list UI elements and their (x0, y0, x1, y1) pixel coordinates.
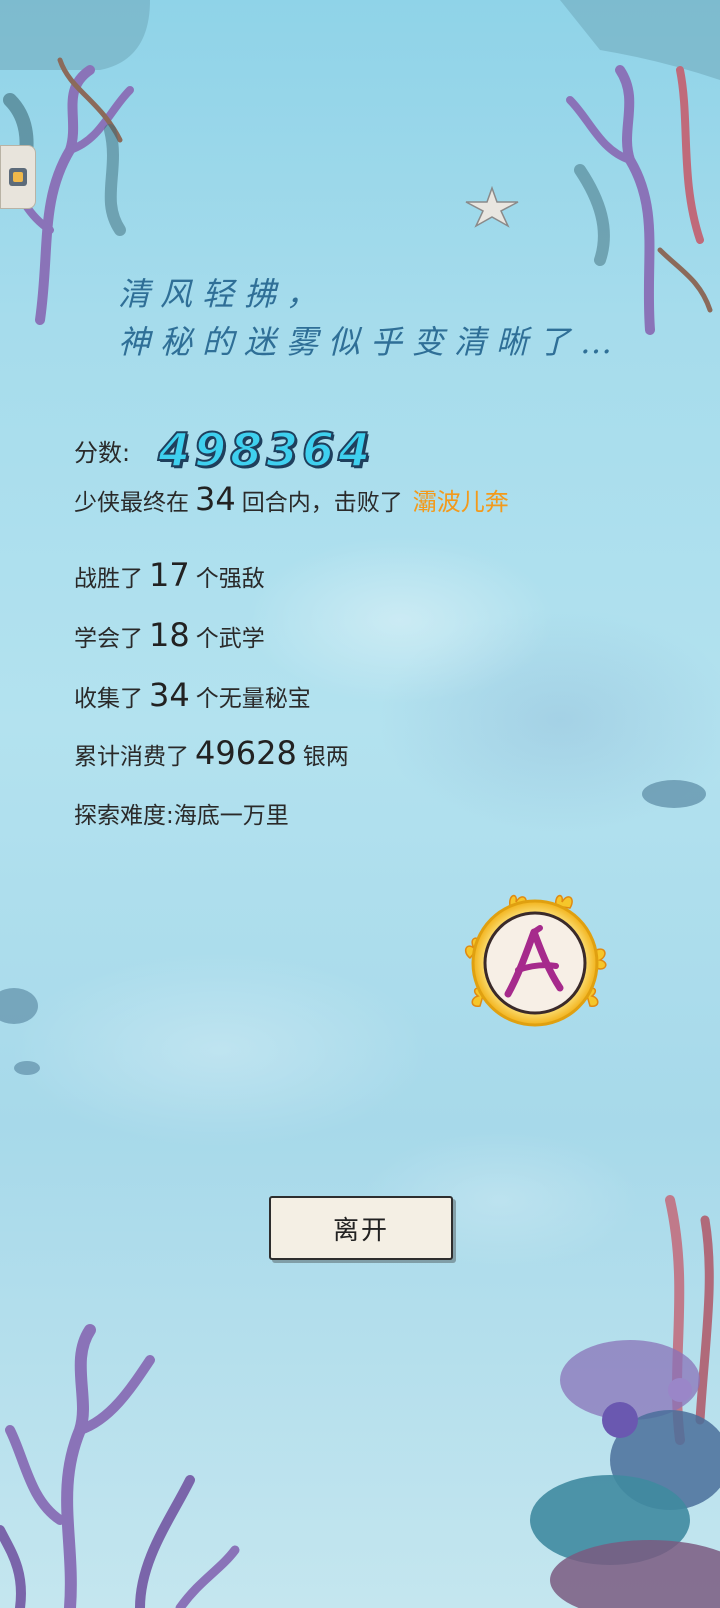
collected-count: 34 (149, 676, 190, 714)
battle-middle: 回合内，击败了 (241, 490, 403, 516)
intro-line-1: 清风轻拂， (118, 275, 329, 313)
score-label: 分数: (74, 438, 131, 467)
learned-prefix: 学会了 (74, 626, 143, 652)
leave-button[interactable]: 离开 (269, 1196, 453, 1260)
spent-suffix: 银两 (302, 744, 349, 770)
grade-a-flame-ring-icon (464, 894, 607, 1027)
starfish-icon (465, 186, 519, 228)
learned-skills-stat: 学会了 18 个武学 (74, 616, 265, 654)
learned-count: 18 (149, 616, 190, 654)
collected-treasures-stat: 收集了 34 个无量秘宝 (74, 676, 311, 714)
collected-prefix: 收集了 (74, 686, 143, 712)
battle-prefix: 少侠最终在 (74, 490, 189, 516)
rock-left-decoration (0, 988, 38, 1024)
defeated-prefix: 战胜了 (74, 566, 143, 592)
coral-reef-bottom-right-decoration (530, 1195, 720, 1608)
rounds-count: 34 (195, 480, 236, 518)
score-value: 498364 (157, 422, 375, 478)
intro-line-2: 神秘的迷雾似乎变清晰了… (118, 323, 623, 361)
silver-spent-stat: 累计消费了 49628 银两 (74, 734, 349, 772)
difficulty-text: 探索难度:海底一万里 (74, 803, 289, 829)
pebble-decoration (14, 1061, 40, 1075)
difficulty-stat: 探索难度:海底一万里 (74, 796, 289, 830)
spent-prefix: 累计消费了 (74, 744, 189, 770)
defeated-count: 17 (149, 556, 190, 594)
cube-icon (9, 168, 27, 186)
learned-suffix: 个武学 (195, 626, 265, 652)
collected-suffix: 个无量秘宝 (195, 686, 311, 712)
intro-message: 清风轻拂， 神秘的迷雾似乎变清晰了… (118, 270, 678, 366)
score-row: 分数: 498364 (74, 420, 374, 480)
defeated-suffix: 个强敌 (195, 566, 265, 592)
spent-amount: 49628 (195, 734, 297, 772)
coral-bottom-left-decoration (0, 1324, 240, 1608)
rock-right-decoration (642, 780, 706, 808)
defeated-enemies-stat: 战胜了 17 个强敌 (74, 556, 265, 594)
battle-summary: 少侠最终在 34 回合内，击败了 灞波儿奔 (74, 480, 509, 518)
boss-name: 灞波儿奔 (412, 488, 509, 516)
side-menu-tab[interactable] (0, 145, 36, 209)
